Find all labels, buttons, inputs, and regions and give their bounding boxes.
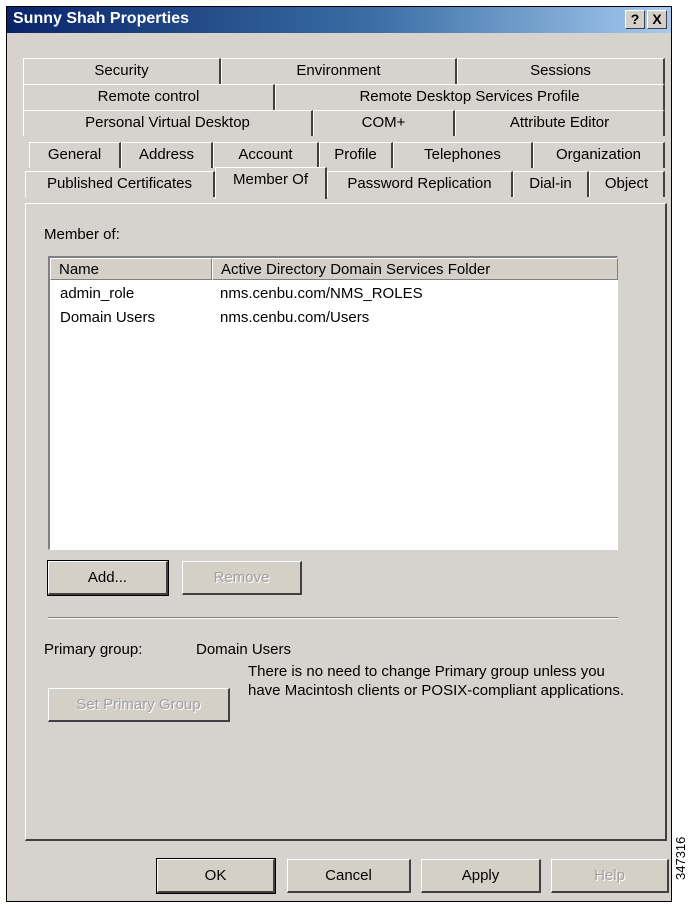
list-item[interactable]: admin_role nms.cenbu.com/NMS_ROLES (50, 282, 617, 306)
list-item-name: admin_role (60, 285, 135, 302)
member-of-label: Member of: (44, 226, 120, 243)
set-primary-group-button[interactable]: Set Primary Group (48, 688, 230, 722)
member-of-panel: Member of: Name Active Directory Domain … (25, 203, 667, 841)
tab-member-of[interactable]: Member Of (215, 167, 327, 199)
tab-general[interactable]: General (29, 142, 121, 168)
member-of-list[interactable]: Name Active Directory Domain Services Fo… (48, 256, 618, 550)
figure-id: 347316 (673, 836, 688, 880)
tab-organization[interactable]: Organization (533, 142, 665, 168)
separator (48, 617, 618, 619)
window-title: Sunny Shah Properties (13, 10, 190, 27)
primary-group-label: Primary group: (44, 641, 143, 658)
tab-remote-control[interactable]: Remote control (23, 84, 275, 110)
cancel-button[interactable]: Cancel (287, 859, 411, 893)
add-button[interactable]: Add... (47, 560, 169, 596)
apply-button[interactable]: Apply (421, 859, 541, 893)
tab-profile[interactable]: Profile (319, 142, 393, 168)
close-button[interactable]: X (647, 10, 667, 29)
tab-com-plus[interactable]: COM+ (313, 110, 455, 136)
help-button[interactable]: Help (551, 859, 669, 893)
primary-group-note: There is no need to change Primary group… (248, 663, 625, 699)
tab-sessions[interactable]: Sessions (457, 58, 665, 84)
title-bar: Sunny Shah Properties ? X (7, 7, 671, 33)
primary-group-value: Domain Users (196, 641, 292, 658)
tab-published-certificates[interactable]: Published Certificates (25, 171, 215, 197)
list-item-name: Domain Users (60, 309, 156, 326)
column-header-name[interactable]: Name (50, 258, 212, 280)
tab-remote-desktop-services-profile[interactable]: Remote Desktop Services Profile (275, 84, 665, 110)
remove-button[interactable]: Remove (182, 561, 302, 595)
tab-dial-in[interactable]: Dial-in (513, 171, 589, 197)
tab-security[interactable]: Security (23, 58, 221, 84)
ok-button[interactable]: OK (156, 858, 276, 894)
column-header-folder[interactable]: Active Directory Domain Services Folder (212, 258, 618, 280)
list-header: Name Active Directory Domain Services Fo… (50, 258, 618, 280)
list-item[interactable]: Domain Users nms.cenbu.com/Users (50, 306, 617, 330)
properties-dialog: Sunny Shah Properties ? X Security Envir… (6, 6, 672, 902)
help-question-button[interactable]: ? (625, 10, 645, 29)
tab-account[interactable]: Account (213, 142, 319, 168)
tab-password-replication[interactable]: Password Replication (327, 171, 513, 197)
tab-personal-virtual-desktop[interactable]: Personal Virtual Desktop (23, 110, 313, 136)
tab-environment[interactable]: Environment (221, 58, 457, 84)
tab-address[interactable]: Address (121, 142, 213, 168)
list-item-folder: nms.cenbu.com/Users (220, 309, 370, 326)
list-item-folder: nms.cenbu.com/NMS_ROLES (220, 285, 423, 302)
tab-attribute-editor[interactable]: Attribute Editor (455, 110, 665, 136)
tab-telephones[interactable]: Telephones (393, 142, 533, 168)
tab-object[interactable]: Object (589, 171, 665, 197)
